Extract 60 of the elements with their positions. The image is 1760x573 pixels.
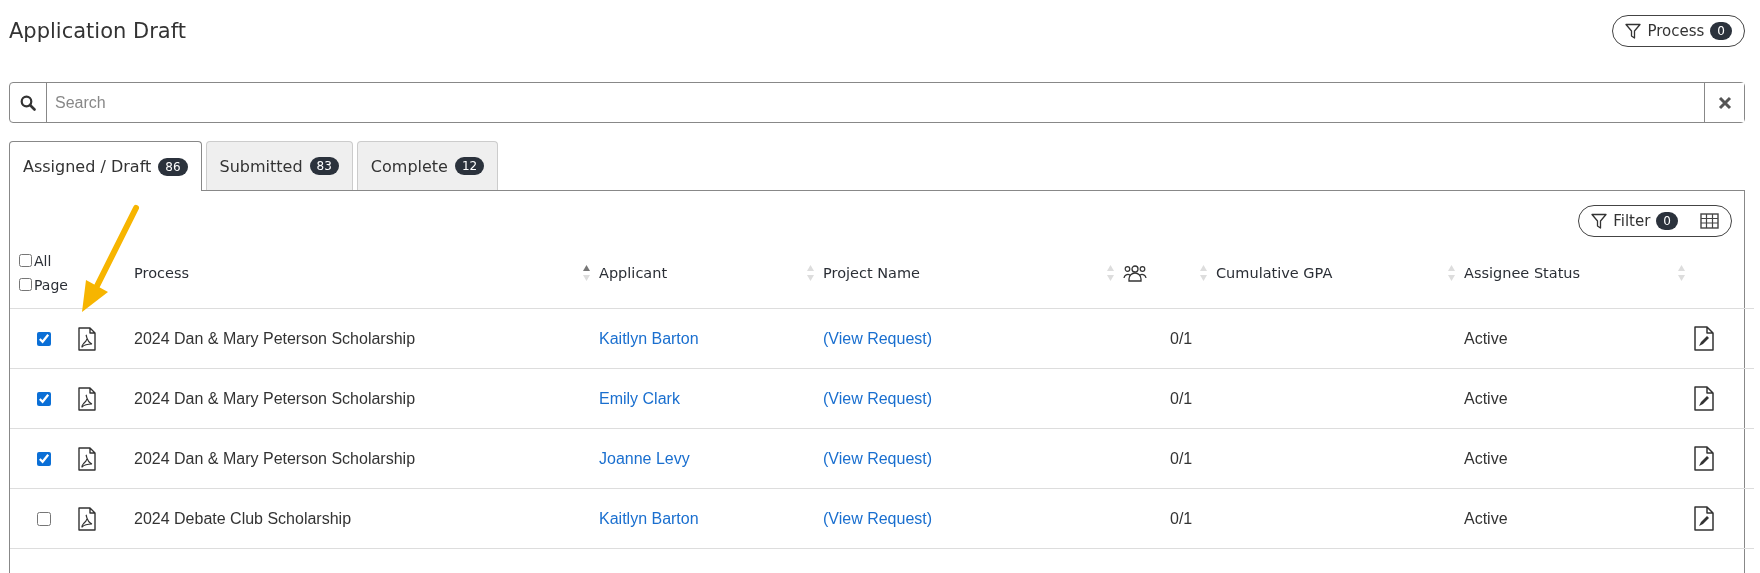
pdf-file-icon[interactable] — [78, 326, 96, 351]
column-header[interactable]: Process — [134, 264, 189, 281]
column-header[interactable]: Project Name — [823, 264, 920, 281]
tab[interactable]: Complete 12 — [356, 141, 499, 190]
process-filter-button[interactable]: Process 0 — [1612, 15, 1745, 47]
edit-document-icon[interactable] — [1694, 386, 1714, 411]
row-checkbox[interactable] — [37, 391, 51, 406]
row-checkbox[interactable] — [37, 451, 51, 466]
table-cell: 2024 Dan & Mary Peterson Scholarship — [134, 449, 416, 468]
count-badge: 86 — [158, 157, 188, 176]
count-badge: 12 — [454, 157, 485, 175]
row-checkbox[interactable] — [37, 331, 51, 346]
count-badge: 0 — [1710, 22, 1732, 40]
sort-icon[interactable] — [582, 263, 591, 282]
pdf-file-icon[interactable] — [78, 446, 96, 471]
count-badge: 0 — [1656, 212, 1678, 230]
row-checkbox[interactable] — [37, 511, 51, 526]
clear-button[interactable] — [1704, 83, 1744, 122]
table-cell: Active — [1464, 389, 1508, 408]
column-header[interactable]: Cumulative GPA — [1216, 264, 1333, 281]
view-request-link[interactable]: (View Request) — [823, 389, 933, 408]
view-request-link[interactable]: (View Request) — [823, 509, 933, 528]
column-header[interactable]: Applicant — [599, 264, 668, 281]
count-badge: 83 — [309, 157, 339, 175]
applicant-link[interactable]: Joanne Levy — [599, 449, 690, 468]
table-cell: Active — [1464, 449, 1508, 468]
people-icon — [1123, 263, 1147, 282]
select-page-checkbox[interactable] — [19, 278, 32, 291]
tab[interactable]: Submitted 83 — [205, 141, 353, 190]
applicant-link[interactable]: Kaitlyn Barton — [599, 329, 699, 348]
table-cell: 0/1 — [1170, 389, 1193, 408]
table-icon[interactable] — [1700, 213, 1719, 229]
column-header[interactable]: Assignee Status — [1464, 264, 1581, 281]
pdf-file-icon[interactable] — [78, 506, 96, 531]
table-cell: 0/1 — [1170, 449, 1193, 468]
table-cell: Active — [1464, 509, 1508, 528]
checkbox-label: All — [34, 252, 52, 269]
tab[interactable]: Assigned / Draft 86 — [9, 141, 202, 191]
table-cell: 0/1 — [1170, 329, 1193, 348]
filter-icon — [1625, 22, 1642, 40]
filter-button[interactable]: Filter 0 — [1591, 212, 1678, 230]
close-icon — [1717, 95, 1732, 110]
table-cell: 2024 Dan & Mary Peterson Scholarship — [134, 329, 416, 348]
applicant-link[interactable]: Kaitlyn Barton — [599, 509, 699, 528]
table-cell: 2024 Debate Club Scholarship — [134, 509, 352, 528]
filter-icon — [1591, 212, 1608, 230]
view-request-link[interactable]: (View Request) — [823, 449, 933, 468]
page-title: Application Draft — [9, 19, 186, 43]
edit-document-icon[interactable] — [1694, 506, 1714, 531]
select-all-checkbox[interactable] — [19, 254, 32, 267]
search-icon — [20, 94, 36, 111]
table-cell: 0/1 — [1170, 509, 1193, 528]
edit-document-icon[interactable] — [1694, 446, 1714, 471]
view-request-link[interactable]: (View Request) — [823, 329, 933, 348]
table-cell: 2024 Dan & Mary Peterson Scholarship — [134, 389, 416, 408]
applicant-link[interactable]: Emily Clark — [599, 389, 680, 408]
edit-document-icon[interactable] — [1694, 326, 1714, 351]
checkbox-label: Page — [34, 276, 68, 293]
table-cell: Active — [1464, 329, 1508, 348]
pdf-file-icon[interactable] — [78, 386, 96, 411]
